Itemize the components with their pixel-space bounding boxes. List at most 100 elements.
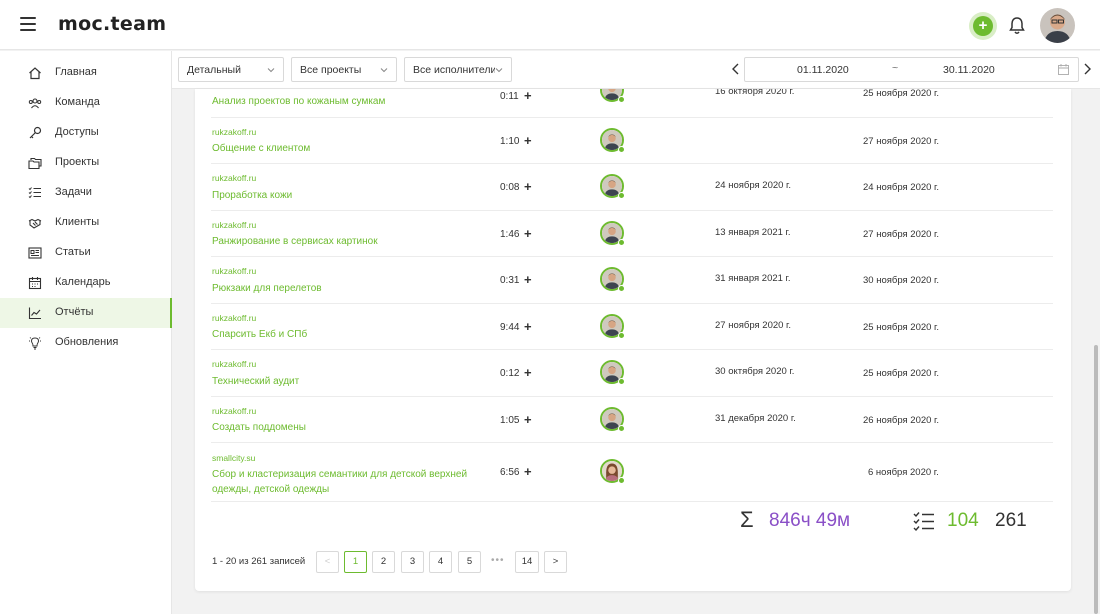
task-link[interactable]: Рюкзаки для перелетов: [212, 281, 487, 296]
page-button-5[interactable]: 5: [458, 551, 481, 573]
table-row[interactable]: rukzakoff.ru Общение с клиентом 1:10 + 2…: [211, 118, 1053, 164]
sidebar-item-label: Команда: [55, 96, 100, 108]
add-time-button[interactable]: +: [524, 365, 532, 380]
add-button[interactable]: +: [973, 16, 993, 36]
home-icon: [29, 67, 41, 80]
end-date: 6 ноября 2020 г.: [868, 467, 939, 478]
chevron-down-icon: [267, 68, 275, 73]
task-link[interactable]: Спарсить Екб и СПб: [212, 327, 487, 342]
table-row[interactable]: rukzakoff.ru Ранжирование в сервисах кар…: [211, 211, 1053, 257]
chevron-down-icon: [495, 66, 503, 74]
project-site[interactable]: rukzakoff.ru: [212, 406, 256, 416]
mode-select[interactable]: Детальный: [178, 57, 284, 82]
sidebar-item-team[interactable]: Команда: [0, 88, 172, 118]
task-link[interactable]: Проработка кожи: [212, 188, 487, 203]
table-row[interactable]: smallcity.su Сбор и кластеризация семант…: [211, 443, 1053, 502]
date-to[interactable]: 30.11.2020: [943, 64, 995, 76]
next-period-icon[interactable]: [1082, 63, 1092, 75]
start-date: 24 ноября 2020 г.: [715, 180, 791, 191]
add-time-button[interactable]: +: [524, 272, 532, 287]
end-date: 24 ноября 2020 г.: [863, 182, 939, 193]
page-button-1[interactable]: 1: [344, 551, 367, 573]
project-site[interactable]: smallcity.su: [212, 453, 255, 463]
prev-period-icon[interactable]: [731, 63, 741, 75]
next-page-button[interactable]: >: [544, 551, 567, 573]
task-link[interactable]: Сбор и кластеризация семантики для детск…: [212, 467, 487, 497]
projects-select-value: Все проекты: [300, 64, 362, 76]
project-site[interactable]: rukzakoff.ru: [212, 173, 256, 183]
end-date: 30 ноября 2020 г.: [863, 275, 939, 286]
pagination-ellipsis[interactable]: •••: [491, 555, 505, 566]
pagination-info: 1 - 20 из 261 записей: [212, 556, 306, 567]
bulb-icon: [29, 337, 41, 350]
date-from[interactable]: 01.11.2020: [797, 64, 849, 76]
menu-icon[interactable]: [20, 17, 36, 31]
page-button-3[interactable]: 3: [401, 551, 424, 573]
page-button-4[interactable]: 4: [429, 551, 452, 573]
task-link[interactable]: Анализ проектов по кожаным сумкам: [212, 94, 487, 109]
table-row[interactable]: rukzakoff.ru Создать поддомены 1:05 + 31…: [211, 397, 1053, 443]
sidebar-item-label: Проекты: [55, 156, 100, 168]
date-range-picker[interactable]: 01.11.2020 ~ 30.11.2020: [744, 57, 1079, 82]
add-time-button[interactable]: +: [524, 179, 532, 194]
table-row[interactable]: rukzakoff.ru Спарсить Екб и СПб 9:44 + 2…: [211, 304, 1053, 350]
project-site[interactable]: rukzakoff.ru: [212, 266, 256, 276]
task-link[interactable]: Создать поддомены: [212, 420, 487, 435]
key-icon: [29, 126, 42, 139]
page-button-last[interactable]: 14: [515, 551, 539, 573]
table-row[interactable]: rukzakoff.ru Проработка кожи 0:08 + 24 н…: [211, 164, 1053, 211]
filter-bar: Детальный Все проекты Все исполнители 01…: [172, 51, 1100, 89]
tasks-icon: [913, 512, 934, 531]
sidebar-item-clients[interactable]: Клиенты: [0, 208, 172, 238]
sidebar-item-articles[interactable]: Статьи: [0, 238, 172, 268]
table-row[interactable]: rukzakoff.ru Рюкзаки для перелетов 0:31 …: [211, 257, 1053, 304]
add-time-button[interactable]: +: [524, 89, 532, 103]
sidebar: Главная Команда Доступы Проекты Задачи К…: [0, 51, 172, 614]
task-time: 1:05: [500, 415, 520, 426]
add-time-button[interactable]: +: [524, 133, 532, 148]
task-time: 1:10: [500, 136, 520, 147]
add-time-button[interactable]: +: [524, 464, 532, 479]
task-link[interactable]: Общение с клиентом: [212, 141, 487, 156]
sidebar-item-home[interactable]: Главная: [0, 58, 172, 88]
app-logo[interactable]: moc.team: [58, 13, 166, 35]
task-link[interactable]: Ранжирование в сервисах картинок: [212, 234, 487, 249]
assignees-select[interactable]: Все исполнители: [404, 57, 512, 82]
table-row[interactable]: rukzakoff.ru Технический аудит 0:12 + 30…: [211, 350, 1053, 397]
project-site[interactable]: rukzakoff.ru: [212, 220, 256, 230]
online-indicator: [618, 477, 625, 484]
bell-icon[interactable]: [1008, 16, 1026, 36]
add-time-button[interactable]: +: [524, 319, 532, 334]
page-button-2[interactable]: 2: [372, 551, 395, 573]
end-date: 27 ноября 2020 г.: [863, 229, 939, 240]
online-indicator: [618, 146, 625, 153]
scrollbar[interactable]: [1094, 345, 1098, 614]
projects-select[interactable]: Все проекты: [291, 57, 397, 82]
prev-page-button[interactable]: <: [316, 551, 339, 573]
sidebar-item-reports[interactable]: Отчёты: [0, 298, 172, 328]
start-date: 31 декабря 2020 г.: [715, 413, 796, 424]
sidebar-item-label: Обновления: [55, 336, 119, 348]
sidebar-item-calendar[interactable]: Календарь: [0, 268, 172, 298]
mode-select-value: Детальный: [187, 64, 241, 76]
user-avatar[interactable]: [1040, 8, 1075, 43]
start-date: 30 октября 2020 г.: [715, 366, 795, 377]
project-site[interactable]: rukzakoff.ru: [212, 313, 256, 323]
calendar-icon: [1058, 64, 1069, 75]
task-time: 6:56: [500, 467, 520, 478]
online-indicator: [618, 239, 625, 246]
handshake-icon: [28, 218, 42, 229]
add-time-button[interactable]: +: [524, 226, 532, 241]
sidebar-item-projects[interactable]: Проекты: [0, 148, 172, 178]
table-row[interactable]: Анализ проектов по кожаным сумкам 0:11 +…: [211, 89, 1053, 118]
sidebar-item-tasks[interactable]: Задачи: [0, 178, 172, 208]
project-site[interactable]: rukzakoff.ru: [212, 359, 256, 369]
project-site[interactable]: rukzakoff.ru: [212, 127, 256, 137]
task-link[interactable]: Технический аудит: [212, 374, 487, 389]
task-time: 0:31: [500, 275, 520, 286]
add-time-button[interactable]: +: [524, 412, 532, 427]
start-date: 13 января 2021 г.: [715, 227, 791, 238]
sidebar-item-access[interactable]: Доступы: [0, 118, 172, 148]
articles-icon: [28, 247, 42, 259]
sidebar-item-updates[interactable]: Обновления: [0, 328, 172, 358]
